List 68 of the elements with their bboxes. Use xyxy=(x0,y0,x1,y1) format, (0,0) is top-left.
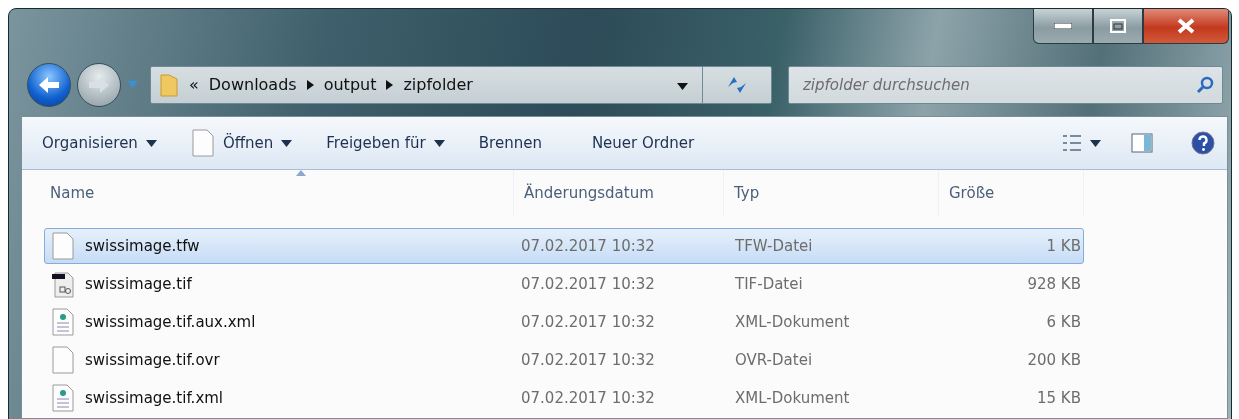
toolbar-menu-button[interactable]: Freigeben für xyxy=(326,130,445,156)
column-header[interactable]: Größe xyxy=(939,170,1084,216)
file-size: 6 KB xyxy=(1045,313,1082,331)
modified-date: 07.02.2017 10:32 xyxy=(520,275,656,293)
breadcrumb-arrow-icon xyxy=(306,79,314,90)
search-icon xyxy=(1196,75,1214,94)
file-name: swissimage.tif.xml xyxy=(85,389,224,407)
breadcrumb-arrow-icon xyxy=(386,79,394,90)
breadcrumb-item[interactable]: Downloads xyxy=(208,75,297,95)
breadcrumb-item[interactable]: output xyxy=(323,75,377,95)
file-name: swissimage.tif.ovr xyxy=(85,351,220,369)
caret-icon xyxy=(1090,139,1101,147)
toolbar-menu-button[interactable]: Organisieren xyxy=(42,130,157,156)
file-type: TIF-Datei xyxy=(734,275,804,293)
file-row[interactable]: swissimage.tif.aux.xml 07.02.2017 10:32 XML-Dokument 6 KB xyxy=(44,304,1084,340)
file-row[interactable]: swissimage.tif 07.02.2017 10:32 TIF-Datei 928 KB xyxy=(44,266,1084,302)
file-name: swissimage.tif.aux.xml xyxy=(85,313,256,331)
caret-icon xyxy=(145,139,157,147)
back-button[interactable] xyxy=(27,62,71,107)
document-icon xyxy=(51,346,75,374)
modified-date: 07.02.2017 10:32 xyxy=(520,313,656,331)
address-bar[interactable]: « Downloads output zipfolder xyxy=(150,65,772,104)
file-size: 15 KB xyxy=(1036,389,1082,407)
modified-date: 07.02.2017 10:32 xyxy=(520,351,656,369)
column-header[interactable]: Änderungsdatum xyxy=(514,170,724,216)
minimize-button[interactable] xyxy=(1033,9,1093,44)
file-row[interactable]: swissimage.tif.ovr 07.02.2017 10:32 OVR-Datei 200 KB xyxy=(44,342,1084,378)
xml-file-icon xyxy=(51,308,75,336)
document-icon xyxy=(51,232,75,260)
search-field[interactable]: zipfolder durchsuchen xyxy=(788,65,1223,104)
forward-button[interactable] xyxy=(77,62,121,107)
breadcrumb-item[interactable]: zipfolder xyxy=(403,75,473,95)
minimize-icon xyxy=(1054,23,1072,29)
details-view-icon xyxy=(1062,134,1082,152)
dropdown-caret-icon xyxy=(677,83,688,91)
file-size: 200 KB xyxy=(1026,351,1082,369)
modified-date: 07.02.2017 10:32 xyxy=(520,237,656,255)
file-size: 928 KB xyxy=(1026,275,1082,293)
caret-icon xyxy=(433,139,445,147)
file-type: XML-Dokument xyxy=(734,389,851,407)
close-button[interactable] xyxy=(1143,9,1229,44)
caret-icon xyxy=(281,139,293,147)
overflow-chevron[interactable]: « xyxy=(189,75,199,95)
folder-icon xyxy=(159,71,179,98)
document-icon xyxy=(190,129,215,157)
help-icon xyxy=(1191,131,1215,155)
file-type: XML-Dokument xyxy=(734,313,851,331)
image-file-icon xyxy=(51,270,75,298)
modified-date: 07.02.2017 10:32 xyxy=(520,389,656,407)
maximize-icon xyxy=(1110,19,1126,33)
file-row[interactable]: swissimage.tif.xml 07.02.2017 10:32 XML-Dokument 15 KB xyxy=(44,380,1084,416)
xml-file-icon xyxy=(51,384,75,412)
file-size: 1 KB xyxy=(1045,237,1082,255)
toolbar-button[interactable]: Brennen xyxy=(478,130,542,156)
history-caret-icon xyxy=(127,81,138,89)
file-type: TFW-Datei xyxy=(734,237,814,255)
file-row[interactable]: swissimage.tfw 07.02.2017 10:32 TFW-Datei 1 KB xyxy=(44,228,1084,264)
back-arrow-icon xyxy=(37,74,61,95)
open-button[interactable]: Öffnen xyxy=(190,125,293,161)
maximize-button[interactable] xyxy=(1093,9,1143,44)
close-icon xyxy=(1177,18,1195,34)
toolbar-button[interactable]: Neuer Ordner xyxy=(591,130,695,156)
file-name: swissimage.tif xyxy=(85,275,192,293)
preview-pane-icon xyxy=(1131,133,1153,153)
file-name: swissimage.tfw xyxy=(85,237,200,255)
file-type: OVR-Datei xyxy=(734,351,814,369)
column-header[interactable]: Typ xyxy=(724,170,939,216)
sort-arrow-icon xyxy=(296,170,306,176)
